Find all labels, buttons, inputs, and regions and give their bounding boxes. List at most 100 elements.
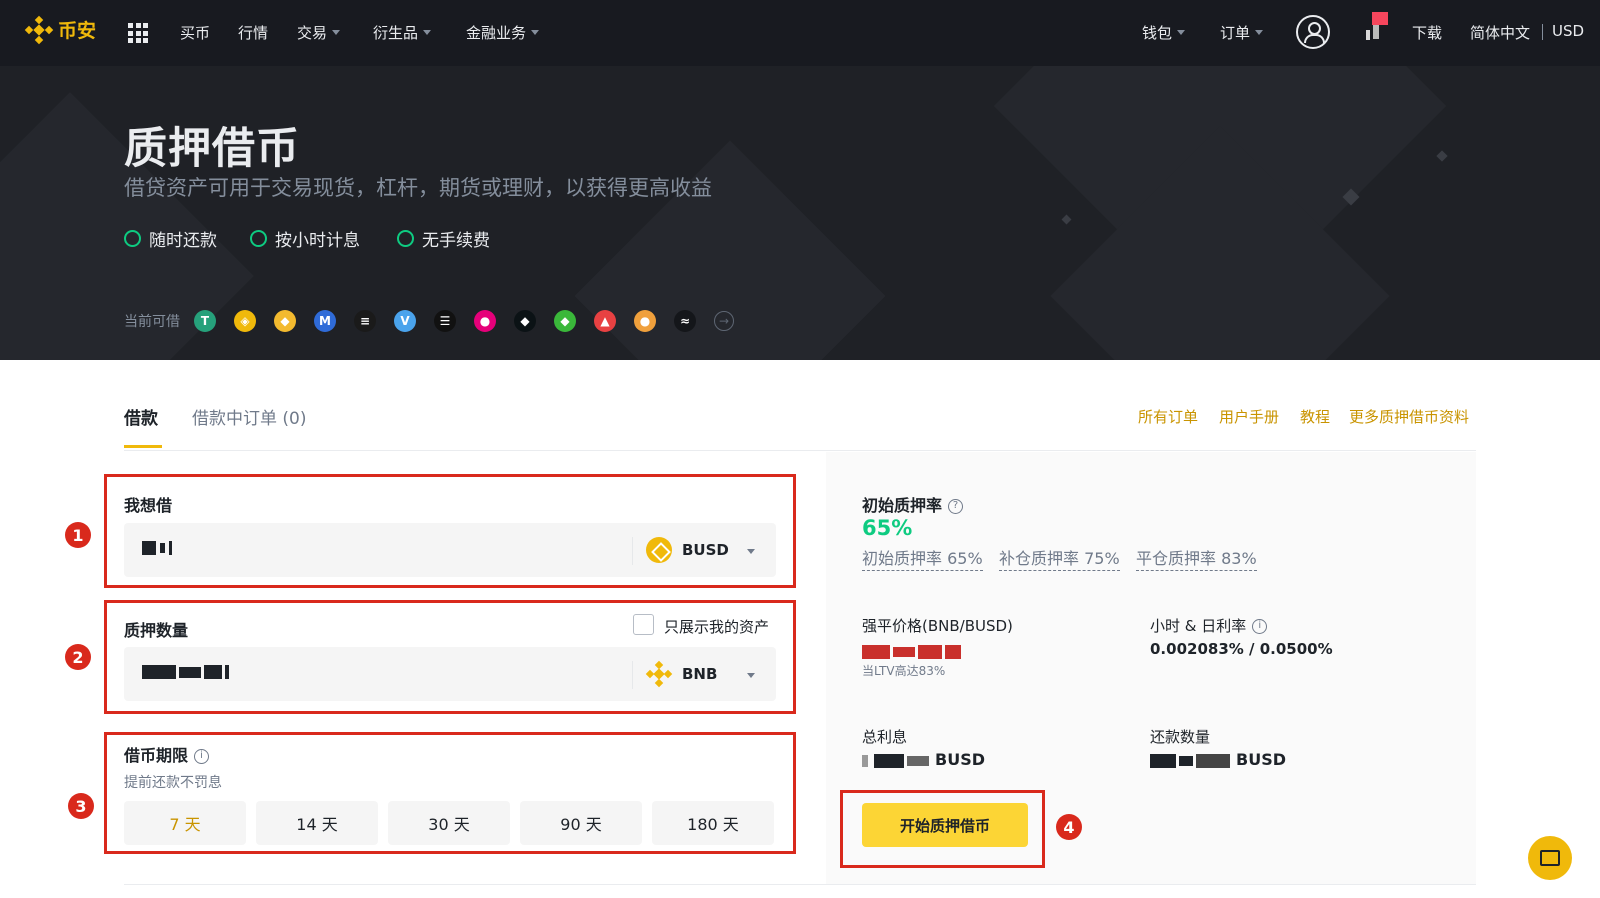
link-user-guide[interactable]: 用户手册 [1219,406,1279,427]
etc-coin-icon[interactable]: ◆ [554,310,576,332]
term-option-7d[interactable]: 7 天 [124,801,246,845]
collateral-label: 质押数量 [124,621,189,640]
info-icon[interactable]: i [194,749,210,764]
nav-item-trade[interactable]: 交易 [297,22,341,43]
vet-coin-icon[interactable]: V [394,310,416,332]
only-my-assets-checkbox[interactable] [633,614,654,635]
total-interest-value: BUSD [862,750,985,769]
feature-repay-anytime: 随时还款 [124,226,217,251]
nav-item-buy-crypto[interactable]: 买币 [180,22,210,43]
hero-banner: 质押借币 借贷资产可用于交易现货，杠杆，期货或理财，以获得更高收益 随时还款 按… [0,66,1600,360]
tab-active-indicator [124,445,162,448]
hero-decor [1061,214,1072,225]
currency-selector[interactable]: USD [1552,22,1584,40]
nav-item-finance[interactable]: 金融业务 [466,22,540,43]
interest-rate-value: 0.002083% / 0.0500% [1150,640,1333,658]
term-hint: 提前还款不罚息 [124,775,222,791]
ltv-initial[interactable]: 初始质押率 65% [862,545,983,571]
binance-logo[interactable]: 币安 [24,15,97,44]
apps-grid-icon[interactable] [128,23,148,43]
dot-coin-icon[interactable]: ● [474,310,496,332]
borrow-amount-value [142,540,172,556]
step-marker-2: 2 [65,644,91,670]
term-option-180d[interactable]: 180 天 [652,801,774,845]
borrow-amount-input[interactable]: BUSD [124,523,776,577]
page-subtitle: 借贷资产可用于交易现货，杠杆，期货或理财，以获得更高收益 [124,176,712,200]
nav-item-markets[interactable]: 行情 [238,22,268,43]
repay-amount-value: BUSD [1150,750,1286,769]
initial-ltv-label: 初始质押率? [862,492,964,516]
collateral-amount-value [142,664,229,680]
bnt-coin-icon[interactable]: ◆ [514,310,536,332]
mana-coin-icon[interactable]: M [314,310,336,332]
avax-coin-icon[interactable]: ▲ [594,310,616,332]
link-tutorial[interactable]: 教程 [1300,406,1330,427]
shib-coin-icon[interactable]: ● [634,310,656,332]
link-all-orders[interactable]: 所有订单 [1138,406,1198,427]
top-nav: 币安 买币 行情 交易 衍生品 金融业务 钱包 订单 下载 简体中文 USD [0,0,1600,66]
total-interest-label: 总利息 [862,728,908,746]
collateral-amount-input[interactable]: BNB [124,647,776,701]
chevron-down-icon [1255,30,1264,35]
nav-item-derivatives[interactable]: 衍生品 [373,22,432,43]
chevron-down-icon [1177,30,1186,35]
nav-item-wallet[interactable]: 钱包 [1142,22,1186,43]
tab-borrow[interactable]: 借款 [124,404,158,429]
input-divider [632,661,633,689]
input-divider [632,537,633,565]
term-option-30d[interactable]: 30 天 [388,801,510,845]
step-marker-4: 4 [1056,814,1082,840]
chat-support-button[interactable] [1528,836,1572,880]
feature-hourly-interest: 按小时计息 [250,226,360,251]
ens-coin-icon[interactable]: ☰ [434,310,456,332]
tether-coin-icon[interactable]: T [194,310,216,332]
arrow-right-icon[interactable]: → [714,311,734,331]
tab-ongoing-orders[interactable]: 借款中订单 (0) [192,404,306,429]
percent-icon [397,230,414,247]
term-option-14d[interactable]: 14 天 [256,801,378,845]
binance-logo-icon [24,15,54,44]
busd-coin-icon[interactable]: ◈ [234,310,256,332]
chevron-down-icon [332,30,341,35]
chevron-down-icon[interactable] [747,549,755,554]
bnb-coin-icon[interactable]: ◆ [274,310,296,332]
notification-icon[interactable] [1362,12,1392,48]
medal-icon [124,230,141,247]
user-account-icon[interactable] [1296,15,1330,49]
nav-item-orders[interactable]: 订单 [1220,22,1264,43]
info-icon[interactable]: i [1252,619,1268,634]
bnb-icon [645,660,673,688]
interest-rate-label: 小时 & 日利率 i [1150,615,1268,636]
start-loan-button[interactable]: 开始质押借币 [862,803,1028,847]
ltv-margin-call[interactable]: 补仓质押率 75% [999,545,1120,571]
borrow-asset-select[interactable]: BUSD [646,537,729,563]
borrow-label: 我想借 [124,496,173,515]
link-more-info[interactable]: 更多质押借币资料 [1349,406,1469,427]
liquidation-price-label: 强平价格(BNB/BUSD) [862,617,1013,635]
ltv-liquidation[interactable]: 平仓质押率 83% [1136,545,1257,571]
liquidation-price-value [862,642,961,660]
collateral-asset-select[interactable]: BNB [645,660,717,688]
nav-item-download[interactable]: 下载 [1412,22,1442,43]
only-my-assets-label: 只展示我的资产 [664,618,770,636]
initial-ltv-value: 65% [862,516,913,540]
borrowable-label: 当前可借 [124,314,180,330]
feature-no-fees: 无手续费 [397,226,490,251]
chevron-down-icon[interactable] [747,673,755,678]
logo-text: 币安 [58,20,97,42]
step-marker-1: 1 [65,522,91,548]
page-title: 质押借币 [124,124,300,174]
nav-divider [1542,24,1543,40]
check-badge-icon [250,230,267,247]
xlm-coin-icon[interactable]: ≈ [674,310,696,332]
language-selector[interactable]: 简体中文 [1470,22,1530,43]
coin-list: T ◈ ◆ M ≡ V ☰ ● ◆ ◆ ▲ ● ≈ [194,310,714,332]
borrowable-coins: 当前可借 T ◈ ◆ M ≡ V ☰ ● ◆ ◆ ▲ ● ≈ → [124,306,734,336]
step-marker-3: 3 [68,793,94,819]
chevron-down-icon [531,30,540,35]
term-option-90d[interactable]: 90 天 [520,801,642,845]
sol-coin-icon[interactable]: ≡ [354,310,376,332]
tab-divider [124,450,1476,451]
busd-icon [646,537,672,563]
question-icon[interactable]: ? [948,499,964,514]
